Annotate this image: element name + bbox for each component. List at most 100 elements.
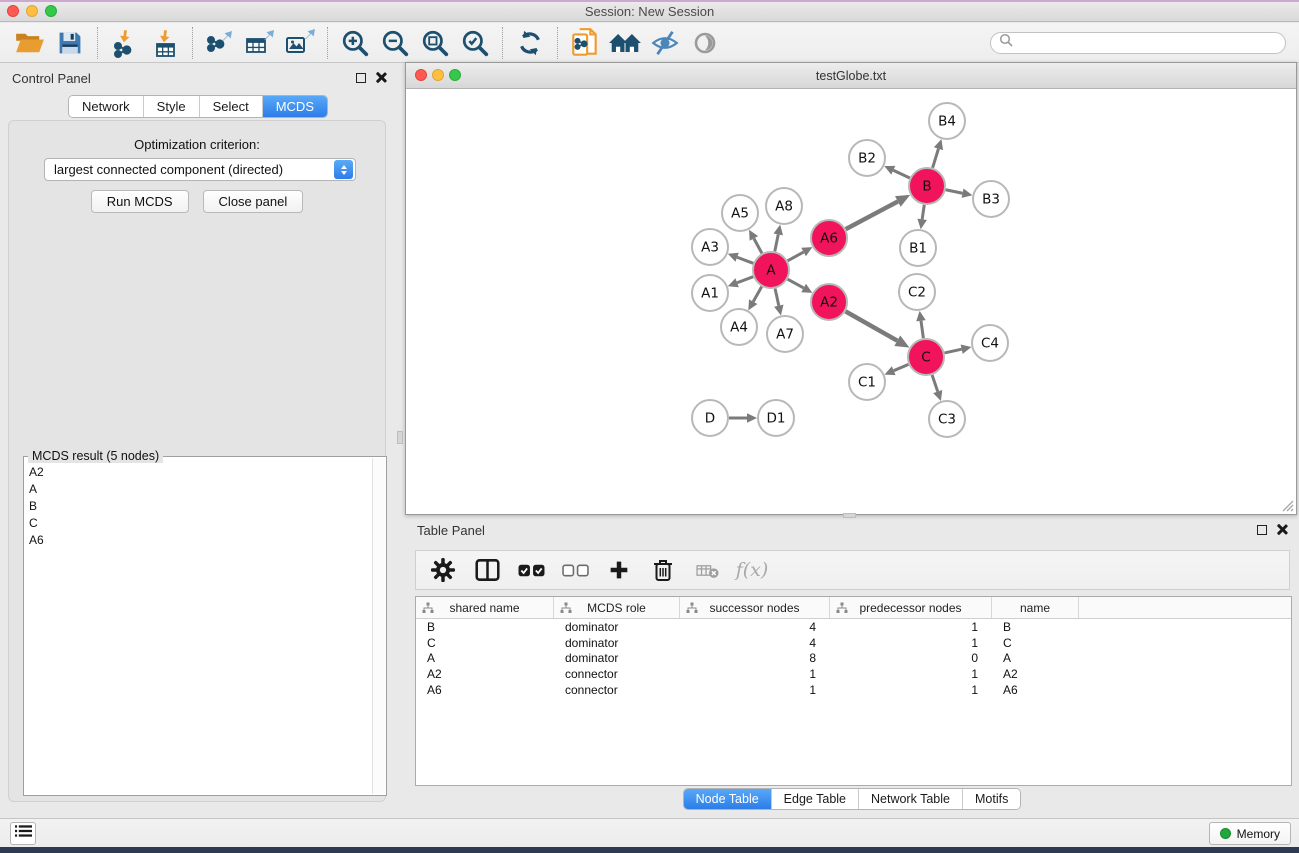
graph-node-A7[interactable]: A7 (767, 316, 803, 352)
table-cell[interactable]: A6 (992, 683, 1079, 697)
float-table-panel-icon[interactable] (1257, 525, 1267, 535)
column-header-shared-name[interactable]: shared name (416, 597, 554, 618)
table-cell[interactable]: A (416, 651, 554, 665)
copy-network-document-icon[interactable] (565, 26, 605, 60)
table-cell[interactable]: 1 (830, 620, 992, 634)
edge-A-A8[interactable] (774, 225, 783, 252)
graph-node-A3[interactable]: A3 (692, 229, 728, 265)
edge-B-B4[interactable] (933, 139, 943, 168)
graph-node-D1[interactable]: D1 (758, 400, 794, 436)
table-cell[interactable]: connector (554, 683, 680, 697)
edge-A-A1[interactable] (728, 277, 753, 288)
network-window-titlebar[interactable]: testGlobe.txt (406, 63, 1296, 89)
tab-select[interactable]: Select (199, 96, 262, 117)
export-table-icon[interactable] (240, 26, 280, 60)
column-header-predecessor-nodes[interactable]: predecessor nodes (830, 597, 992, 618)
graph-node-B[interactable]: B (909, 168, 945, 204)
zoom-selected-icon[interactable] (455, 26, 495, 60)
deselect-all-icon[interactable] (558, 554, 592, 586)
table-cell[interactable]: A6 (416, 683, 554, 697)
mcds-result-item[interactable]: A (26, 480, 370, 497)
run-mcds-button[interactable]: Run MCDS (91, 190, 189, 213)
graph-node-B3[interactable]: B3 (973, 181, 1009, 217)
mcds-result-item[interactable]: B (26, 497, 370, 514)
edge-C-C4[interactable] (945, 345, 972, 354)
table-cell[interactable]: B (992, 620, 1079, 634)
table-cell[interactable]: 1 (680, 667, 830, 681)
edge-C-C3[interactable] (932, 375, 942, 401)
table-cell[interactable]: 1 (830, 636, 992, 650)
edge-D-D1[interactable] (729, 413, 757, 423)
edge-A2-C[interactable] (846, 311, 910, 347)
table-row[interactable]: Bdominator41B (416, 619, 1291, 635)
table-cell[interactable]: 1 (830, 667, 992, 681)
table-row[interactable]: A6connector11A6 (416, 682, 1291, 698)
graph-node-A8[interactable]: A8 (766, 188, 802, 224)
search-input[interactable] (1013, 36, 1277, 50)
graph-node-C2[interactable]: C2 (899, 274, 935, 310)
graph-node-A[interactable]: A (753, 252, 789, 288)
table-row[interactable]: Adominator80A (416, 650, 1291, 666)
resize-grip-icon[interactable] (1280, 498, 1294, 512)
graph-node-D[interactable]: D (692, 400, 728, 436)
search-field[interactable] (990, 32, 1286, 54)
column-header-name[interactable]: name (992, 597, 1079, 618)
edge-A-A5[interactable] (749, 230, 762, 254)
table-cell[interactable]: 4 (680, 620, 830, 634)
graph-node-C3[interactable]: C3 (929, 401, 965, 437)
save-session-icon[interactable] (50, 26, 90, 60)
zoom-fit-icon[interactable] (415, 26, 455, 60)
network-canvas[interactable]: AA1A2A3A4A5A6A7A8BB1B2B3B4CC1C2C3C4DD1 (407, 89, 1295, 513)
vertical-splitter-handle[interactable] (397, 431, 403, 444)
import-network-icon[interactable] (105, 26, 145, 60)
refresh-icon[interactable] (510, 26, 550, 60)
add-column-icon[interactable] (602, 554, 636, 586)
close-panel-icon[interactable] (375, 72, 386, 83)
graph-node-C[interactable]: C (908, 339, 944, 375)
zoom-in-icon[interactable] (335, 26, 375, 60)
result-scrollbar[interactable] (372, 458, 385, 794)
graph-node-A4[interactable]: A4 (721, 309, 757, 345)
export-image-icon[interactable] (280, 26, 320, 60)
table-cell[interactable]: 4 (680, 636, 830, 650)
table-cell[interactable]: A2 (992, 667, 1079, 681)
table-cell[interactable]: dominator (554, 636, 680, 650)
edge-B-B1[interactable] (917, 205, 927, 229)
criterion-select[interactable]: largest connected component (directed) (44, 158, 356, 181)
delete-column-icon[interactable] (646, 554, 680, 586)
edge-A-A7[interactable] (774, 289, 783, 316)
mcds-result-item[interactable]: C (26, 514, 370, 531)
memory-button[interactable]: Memory (1209, 822, 1291, 845)
tab-network[interactable]: Network (69, 96, 143, 117)
graph-node-C4[interactable]: C4 (972, 325, 1008, 361)
graph-node-C1[interactable]: C1 (849, 364, 885, 400)
table-cell[interactable]: C (416, 636, 554, 650)
home-icon[interactable] (605, 26, 645, 60)
graph-node-B4[interactable]: B4 (929, 103, 965, 139)
table-cell[interactable]: dominator (554, 620, 680, 634)
edge-B-B2[interactable] (884, 166, 910, 178)
float-panel-icon[interactable] (356, 73, 366, 83)
graph-node-B2[interactable]: B2 (849, 140, 885, 176)
table-cell[interactable]: A (992, 651, 1079, 665)
tab-style[interactable]: Style (143, 96, 199, 117)
edge-C-C2[interactable] (916, 311, 926, 338)
mcds-result-item[interactable]: A6 (26, 531, 370, 548)
import-table-icon[interactable] (145, 26, 185, 60)
edge-A6-B[interactable] (846, 195, 910, 229)
export-network-icon[interactable] (200, 26, 240, 60)
edge-A-A3[interactable] (728, 253, 753, 264)
graph-node-A1[interactable]: A1 (692, 275, 728, 311)
table-tab-edge-table[interactable]: Edge Table (771, 789, 858, 809)
split-table-icon[interactable] (470, 554, 504, 586)
graph-node-A6[interactable]: A6 (811, 220, 847, 256)
table-cell[interactable]: B (416, 620, 554, 634)
open-file-icon[interactable] (10, 26, 50, 60)
edge-C-C1[interactable] (884, 364, 908, 375)
edge-A-A6[interactable] (788, 247, 813, 261)
edge-A-A2[interactable] (788, 279, 813, 293)
tab-mcds[interactable]: MCDS (262, 96, 327, 117)
table-tab-node-table[interactable]: Node Table (684, 789, 771, 809)
mcds-result-item[interactable]: A2 (26, 463, 370, 480)
table-tab-motifs[interactable]: Motifs (962, 789, 1020, 809)
